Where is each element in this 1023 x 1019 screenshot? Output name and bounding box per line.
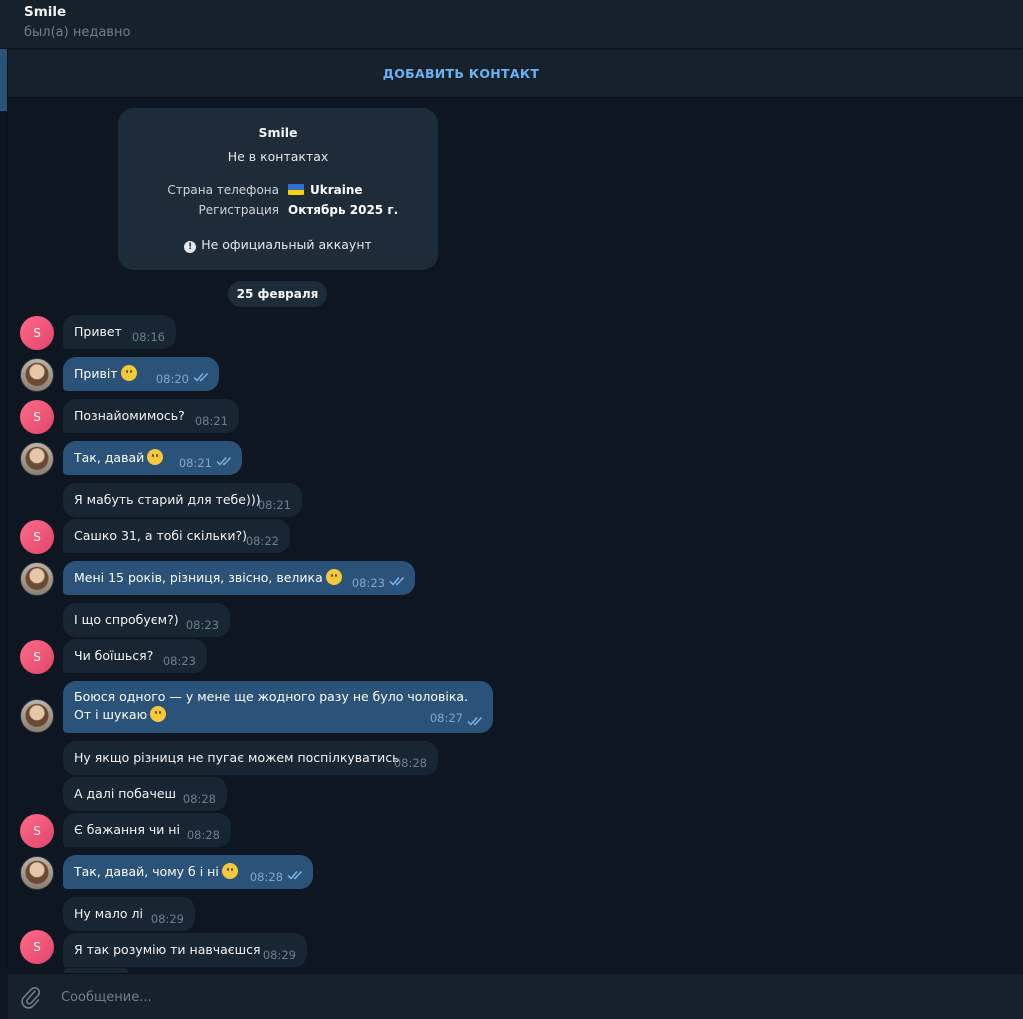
double-check-icon [287,870,305,880]
chat-title[interactable]: Smile [24,4,66,20]
message-text: Сашко 31, а тобі скільки?) [74,528,248,543]
message-input[interactable] [59,982,963,1012]
chat-status: был(а) недавно [24,25,131,40]
double-check-icon [193,372,211,382]
message-text: І що спробуєм?) [74,612,179,627]
avatar[interactable] [20,442,54,476]
message-time: 08:28 [393,756,427,770]
avatar[interactable] [20,358,54,392]
add-contact-button[interactable]: ДОБАВИТЬ КОНТАКТ [383,66,539,81]
registration-value: Октябрь 2025 г. [288,203,399,217]
message-text: Ну мало лі [74,906,143,921]
sweat-smile-emoji-icon [325,569,342,585]
message-text: Я так розумію ти навчаєшся [74,942,261,957]
message-text: Привіт [74,366,118,381]
phone-country-value: Ukraine [288,183,363,197]
avatar[interactable]: S [20,640,54,674]
double-check-icon [389,576,407,586]
date-separator: 25 февраля [228,281,327,307]
avatar[interactable]: S [20,814,54,848]
message-text: Боюся одного — у мене ще жодного разу не… [74,689,469,722]
smiley-emoji-icon [150,706,167,722]
avatar[interactable]: S [20,316,54,350]
registration-label: Регистрация [198,203,279,217]
message-time: 08:23 [162,654,196,668]
card-name: Smile [258,125,298,140]
card-subtitle: Не в контактах [227,149,329,164]
phone-country-label: Страна телефона [167,183,279,197]
smiley-emoji-icon [120,365,137,381]
message-composer[interactable] [8,973,1023,1019]
double-check-icon [216,456,234,466]
avatar[interactable]: S [20,520,54,554]
message-incoming[interactable]: Сашко 31, а тобі скільки?) 08:22 [63,519,290,553]
avatar[interactable]: S [20,930,54,964]
message-incoming[interactable]: Я так розумію ти навчаєшся 08:29 [63,933,307,967]
message-incoming[interactable]: І що спробуєм?) 08:23 [63,603,230,637]
avatar[interactable]: S [20,400,54,434]
message-time: 08:16 [131,330,165,344]
message-incoming[interactable]: Привет 08:16 [63,315,176,349]
message-time: 08:29 [150,912,184,926]
message-text: Ну якщо різниця не пугає можем поспілкув… [74,750,400,765]
message-time: 08:21 [194,414,228,428]
message-time: 08:27 [429,711,463,725]
message-incoming[interactable]: Познайомимось? 08:21 [63,399,239,433]
ukraine-flag-icon [288,184,304,195]
smiley-emoji-icon [221,863,238,879]
message-time: 08:29 [262,948,296,962]
exclamation-icon: ! [184,241,197,253]
avatar[interactable] [20,562,54,596]
message-incoming[interactable]: Чи боїшься? 08:23 [63,639,207,673]
avatar[interactable] [20,856,54,890]
message-time: 08:21 [257,498,291,512]
message-incoming[interactable]: Є бажання чи ні 08:28 [63,813,231,847]
message-time: 08:20 [155,372,189,386]
unofficial-warning: ! Не официальный аккаунт [118,237,438,253]
message-outgoing[interactable]: Мені 15 років, різниця, звісно, велика 0… [63,561,415,595]
paperclip-icon[interactable] [20,985,42,1009]
message-text: Привет [74,324,122,339]
divider [7,49,8,973]
message-outgoing[interactable]: Привіт 08:20 [63,357,219,391]
double-check-icon [467,716,485,726]
chat-header[interactable]: Smile был(а) недавно [0,0,1023,49]
message-text: Мені 15 років, різниця, звісно, велика [74,570,323,585]
smiley-emoji-icon [147,449,164,465]
message-time: 08:28 [186,828,220,842]
message-time: 08:28 [249,870,283,884]
message-incoming[interactable]: Я мабуть старий для тебе))) 08:21 [63,483,302,517]
message-time: 08:22 [245,534,279,548]
message-text: Я мабуть старий для тебе))) [74,492,261,507]
message-time: 08:21 [178,456,212,470]
message-incoming[interactable]: Ну мало лі 08:29 [63,897,195,931]
message-outgoing[interactable]: Так, давай, чому б і ні 08:28 [63,855,313,889]
message-text: Є бажання чи ні [74,822,180,837]
message-time: 08:23 [185,618,219,632]
message-time: 08:28 [182,792,216,806]
message-text: Так, давай, чому б і ні [74,864,219,879]
message-text: Так, давай [74,450,145,465]
message-text: Чи боїшься? [74,648,154,663]
avatar[interactable] [20,699,54,733]
message-text: А далі побачеш [74,786,176,801]
message-incoming[interactable]: А далі побачеш 08:28 [63,777,227,811]
message-text: Познайомимось? [74,408,185,423]
message-time: 08:23 [351,576,385,590]
active-indicator [0,49,7,111]
message-incoming[interactable]: Ну якщо різниця не пугає можем поспілкув… [63,741,438,775]
message-outgoing[interactable]: Боюся одного — у мене ще жодного разу не… [63,681,493,733]
contact-info-card: Smile Не в контактах Страна телефона Ukr… [118,108,438,270]
add-contact-bar[interactable]: ДОБАВИТЬ КОНТАКТ [8,50,1023,98]
message-outgoing[interactable]: Так, давай 08:21 [63,441,242,475]
